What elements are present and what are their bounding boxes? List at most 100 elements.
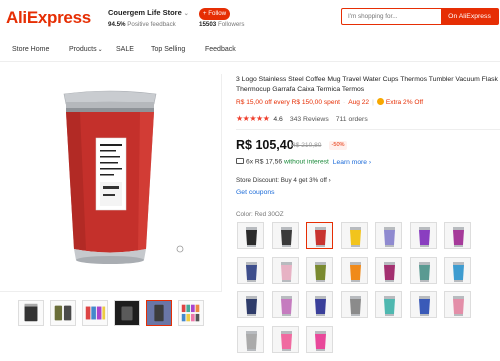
color-swatch[interactable] (409, 256, 437, 284)
tumbler-icon (376, 223, 401, 248)
product-main-image[interactable] (0, 74, 222, 292)
nav-store-home[interactable]: Store Home (12, 46, 49, 53)
tumbler-icon (445, 257, 470, 283)
color-swatch[interactable] (340, 222, 368, 249)
tumbler-icon (307, 257, 332, 283)
store-feedback: 94.5% Positive feedback (108, 21, 176, 28)
thumbnail-3[interactable] (82, 300, 108, 326)
color-swatch[interactable] (409, 291, 437, 318)
tumbler-icon (238, 257, 263, 283)
store-name-text[interactable]: Couergem Life Store (108, 8, 182, 17)
color-swatch[interactable] (237, 291, 264, 318)
reviews-link[interactable]: 343 Reviews (290, 116, 329, 123)
current-price: R$ 105,40 (236, 138, 294, 152)
promo-extra: Extra 2% Off (385, 99, 424, 106)
thumbnail-1[interactable] (18, 300, 44, 326)
color-swatch[interactable] (271, 256, 299, 284)
divider (236, 129, 500, 130)
selected-color-name: Red 30OZ (254, 211, 284, 218)
color-swatch[interactable] (271, 291, 299, 318)
tumbler-icon (238, 292, 263, 317)
tumbler-icon (272, 326, 298, 352)
chevron-right-icon[interactable]: › (329, 177, 331, 184)
color-swatch[interactable] (306, 325, 333, 353)
tumbler-icon (272, 257, 298, 283)
search-box[interactable]: On AliExpress (341, 8, 499, 25)
color-swatch[interactable] (237, 325, 264, 353)
followers-count: 15503 Followers (199, 21, 244, 28)
promo-spend: R$ 15,00 off every R$ 150,00 spent (236, 99, 340, 106)
color-swatch[interactable] (237, 222, 264, 249)
color-swatch[interactable] (444, 222, 471, 249)
installment-amount: 6x R$ 17,56 (246, 158, 283, 166)
card-icon (236, 158, 244, 164)
tumbler-icon (410, 292, 436, 317)
tumbler-icon (341, 292, 367, 317)
store-discount-text[interactable]: Store Discount: Buy 4 get 3% off (236, 177, 327, 184)
follow-button[interactable]: + Follow (199, 8, 230, 20)
tumbler-icon (238, 223, 263, 248)
tumbler-icon (341, 223, 367, 248)
color-swatch[interactable] (444, 291, 471, 318)
tumbler-icon (376, 257, 401, 283)
search-button[interactable]: On AliExpress (441, 9, 498, 24)
color-swatch[interactable] (306, 256, 333, 284)
store-discount[interactable]: Store Discount: Buy 4 get 3% off › (236, 177, 331, 184)
promo-separator: · (342, 99, 346, 106)
store-nav: Store Home Products⌄ SALE Top Selling Fe… (0, 38, 500, 62)
tumbler-icon (307, 326, 332, 352)
tumbler-icon (410, 223, 436, 248)
tumbler-icon (445, 223, 470, 248)
header: AliExpress Couergem Life Store ⌄ 94.5% Po… (0, 0, 500, 38)
product-title: 3 Logo Stainless Steel Coffee Mug Travel… (236, 76, 498, 93)
color-swatch[interactable] (271, 325, 299, 353)
color-swatch[interactable] (271, 222, 299, 249)
installment-interest: without interest (283, 158, 329, 166)
get-coupons-link[interactable]: Get coupons (236, 189, 275, 196)
tumbler-icon (376, 292, 401, 317)
color-swatch[interactable] (375, 291, 402, 318)
tumbler-icon (410, 257, 436, 283)
thumbnail-strip (18, 300, 208, 326)
feedback-label: Positive feedback (127, 21, 176, 28)
color-swatch[interactable] (340, 291, 368, 318)
color-swatch[interactable] (409, 222, 437, 249)
chevron-down-icon[interactable]: ⌄ (98, 47, 103, 53)
promo-separator-2: | (372, 99, 374, 106)
rating-row: ★★★★★ 4.6 343 Reviews 711 orders (236, 114, 368, 123)
discount-badge: -50% (329, 141, 347, 150)
store-name[interactable]: Couergem Life Store ⌄ (108, 8, 189, 17)
promo-banner[interactable]: R$ 15,00 off every R$ 150,00 spent · Aug 2… (236, 98, 423, 106)
color-swatch[interactable] (340, 256, 368, 284)
coin-icon (376, 98, 384, 105)
tumbler-icon (272, 292, 298, 317)
tumbler-icon (238, 326, 263, 352)
chevron-down-icon[interactable]: ⌄ (184, 11, 189, 17)
nav-sale[interactable]: SALE (116, 46, 134, 53)
color-label: Color: Red 30OZ (236, 211, 284, 218)
color-swatch[interactable] (375, 256, 402, 284)
thumbnail-5[interactable] (146, 300, 172, 326)
nav-products[interactable]: Products⌄ (69, 46, 103, 53)
color-swatch[interactable] (306, 291, 333, 318)
nav-feedback[interactable]: Feedback (205, 46, 236, 53)
promo-date: Aug 22 (348, 99, 370, 106)
color-swatch[interactable] (444, 256, 471, 284)
color-label-prefix: Color: (236, 211, 253, 218)
thumbnail-2[interactable] (50, 300, 76, 326)
color-swatch[interactable] (237, 256, 264, 284)
color-swatch[interactable] (375, 222, 402, 249)
learn-more-link[interactable]: Learn more › (333, 159, 371, 166)
learn-more-label[interactable]: Learn more (333, 159, 367, 166)
tumbler-icon (341, 257, 367, 283)
nav-top-selling[interactable]: Top Selling (151, 46, 185, 53)
search-input[interactable] (348, 13, 438, 20)
color-swatch[interactable] (306, 222, 333, 249)
rating-value: 4.6 (273, 116, 283, 123)
thumbnail-6[interactable] (178, 300, 204, 326)
followers-number: 15503 (199, 21, 217, 28)
thumbnail-4[interactable] (114, 300, 140, 326)
aliexpress-logo[interactable]: AliExpress (6, 8, 91, 28)
nav-products-label[interactable]: Products (69, 46, 97, 53)
chevron-right-icon[interactable]: › (369, 159, 371, 166)
